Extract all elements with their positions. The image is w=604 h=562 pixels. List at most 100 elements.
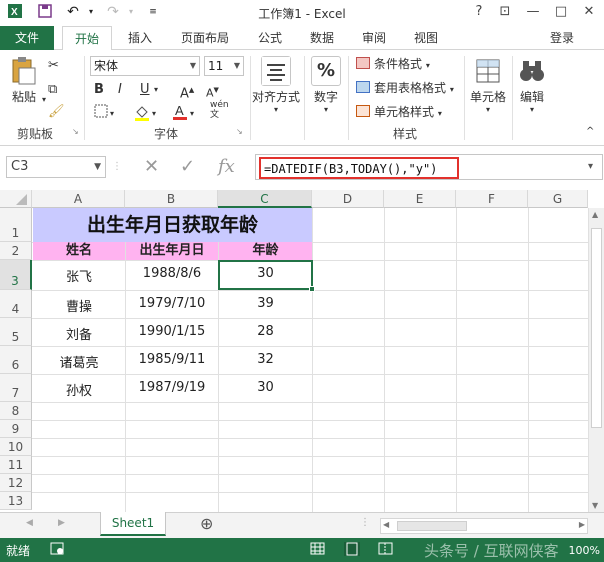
select-all-corner[interactable]: [0, 190, 32, 208]
formula-input[interactable]: =DATEDIF(B3,TODAY(),"y"): [255, 154, 603, 180]
borders-dropdown-icon[interactable]: ▾: [110, 104, 114, 124]
row-header[interactable]: 11: [0, 456, 32, 474]
cell-styles-button[interactable]: 单元格样式 ▾: [356, 102, 442, 122]
fill-handle[interactable]: [309, 286, 315, 292]
row-header[interactable]: 7: [0, 374, 32, 402]
column-header-b[interactable]: B: [125, 190, 218, 208]
tab-home[interactable]: 开始: [62, 26, 112, 51]
paste-dropdown-icon[interactable]: ▾: [42, 90, 46, 110]
cell-birthdate[interactable]: 1990/1/15: [126, 324, 218, 339]
insert-function-icon[interactable]: fx: [218, 156, 235, 178]
bold-button[interactable]: B: [94, 80, 104, 100]
tab-split-grip-icon[interactable]: ⋮: [360, 517, 370, 528]
tab-review[interactable]: 审阅: [352, 26, 396, 50]
fill-color-dropdown-icon[interactable]: ▾: [152, 104, 156, 124]
cell-age[interactable]: 32: [219, 352, 312, 367]
font-name-combo[interactable]: 宋体 ▼: [90, 56, 200, 76]
collapse-ribbon-icon[interactable]: ^: [586, 122, 594, 142]
cell-name[interactable]: 诸葛亮: [33, 352, 125, 371]
fill-color-icon[interactable]: [134, 104, 150, 124]
alignment-button[interactable]: 对齐方式 ▾: [252, 56, 300, 114]
scroll-down-icon[interactable]: ▼: [592, 501, 598, 510]
shrink-font-button[interactable]: A▼: [206, 80, 219, 100]
paste-button[interactable]: 粘贴: [6, 56, 42, 105]
scroll-up-icon[interactable]: ▲: [592, 210, 598, 219]
add-sheet-icon[interactable]: ⊕: [200, 514, 213, 533]
header-cell-age[interactable]: 年龄: [219, 242, 312, 260]
font-size-combo[interactable]: 11 ▼: [204, 56, 244, 76]
cell-name[interactable]: 孙权: [33, 380, 125, 399]
enter-icon[interactable]: ✓: [180, 156, 195, 178]
cancel-icon[interactable]: ✕: [144, 156, 159, 178]
header-cell-birthdate[interactable]: 出生年月日: [126, 242, 218, 260]
row-header[interactable]: 1: [0, 208, 32, 242]
page-layout-view-icon[interactable]: [344, 542, 360, 556]
cell-birthdate[interactable]: 1985/9/11: [126, 352, 218, 367]
zoom-level[interactable]: 100%: [569, 544, 600, 557]
login-link[interactable]: 登录: [550, 29, 574, 46]
row-header[interactable]: 4: [0, 290, 32, 318]
row-header[interactable]: 2: [0, 242, 32, 260]
column-header-a[interactable]: A: [32, 190, 125, 208]
copy-icon[interactable]: ⧉: [48, 80, 57, 100]
row-header[interactable]: 8: [0, 402, 32, 420]
cell-age[interactable]: 39: [219, 296, 312, 311]
help-button[interactable]: ?: [470, 3, 488, 21]
expand-formula-bar-icon[interactable]: ▾: [588, 156, 593, 178]
sheet-title-cell[interactable]: 出生年月日获取年龄: [33, 208, 312, 242]
cells-button[interactable]: 单元格 ▾: [466, 56, 510, 114]
format-painter-icon[interactable]: 🖌: [48, 102, 65, 122]
cell-name[interactable]: 刘备: [33, 324, 125, 343]
cell-birthdate[interactable]: 1988/8/6: [126, 266, 218, 281]
format-as-table-button[interactable]: 套用表格格式 ▾: [356, 78, 454, 98]
clipboard-launcher-icon[interactable]: ↘: [72, 122, 79, 142]
page-break-view-icon[interactable]: [378, 542, 394, 556]
column-header-g[interactable]: G: [528, 190, 588, 208]
scroll-right-icon[interactable]: ▶: [579, 520, 585, 529]
horizontal-scroll-thumb[interactable]: [397, 521, 467, 531]
underline-dropdown-icon[interactable]: ▾: [154, 80, 158, 100]
cell-age[interactable]: 28: [219, 324, 312, 339]
cell-age[interactable]: 30: [219, 380, 312, 395]
editing-button[interactable]: 编辑 ▾: [514, 56, 550, 114]
number-format-button[interactable]: % 数字 ▾: [308, 56, 344, 114]
name-box[interactable]: C3 ▼: [6, 156, 106, 178]
column-header-d[interactable]: D: [312, 190, 384, 208]
underline-button[interactable]: U: [140, 80, 150, 100]
column-header-f[interactable]: F: [456, 190, 528, 208]
row-header[interactable]: 13: [0, 492, 32, 510]
worksheet-grid[interactable]: A B C D E F G 1 2 3 4 5 6 7 8 9 10 11 12…: [0, 190, 604, 512]
tab-page-layout[interactable]: 页面布局: [170, 26, 240, 50]
tab-data[interactable]: 数据: [300, 26, 344, 50]
row-header[interactable]: 9: [0, 420, 32, 438]
cell-name[interactable]: 曹操: [33, 296, 125, 315]
tab-file[interactable]: 文件: [0, 26, 54, 50]
row-header[interactable]: 10: [0, 438, 32, 456]
horizontal-scrollbar[interactable]: ◀ ▶: [380, 518, 588, 534]
cut-icon[interactable]: ✂: [48, 56, 59, 76]
row-header[interactable]: 5: [0, 318, 32, 346]
next-sheet-icon[interactable]: ▶: [58, 518, 65, 528]
maximize-button[interactable]: □: [552, 3, 570, 21]
normal-view-icon[interactable]: [310, 542, 326, 556]
font-color-dropdown-icon[interactable]: ▾: [190, 104, 194, 124]
scroll-left-icon[interactable]: ◀: [383, 520, 389, 529]
ribbon-display-options-button[interactable]: ⊡: [496, 3, 514, 21]
sheet-tab-sheet1[interactable]: Sheet1: [100, 512, 166, 536]
row-header[interactable]: 6: [0, 346, 32, 374]
vertical-scrollbar[interactable]: ▲ ▼: [588, 208, 604, 512]
prev-sheet-icon[interactable]: ◀: [26, 518, 33, 528]
conditional-formatting-button[interactable]: 条件格式 ▾: [356, 54, 430, 74]
minimize-button[interactable]: —: [524, 3, 542, 21]
header-cell-name[interactable]: 姓名: [33, 242, 125, 260]
font-color-icon[interactable]: A: [172, 102, 188, 122]
column-header-c[interactable]: C: [218, 190, 312, 208]
tab-view[interactable]: 视图: [404, 26, 448, 50]
macro-record-icon[interactable]: [50, 542, 66, 556]
vertical-scroll-thumb[interactable]: [591, 228, 602, 428]
active-cell-selection[interactable]: [218, 260, 315, 292]
font-launcher-icon[interactable]: ↘: [236, 122, 243, 142]
borders-icon[interactable]: [94, 104, 108, 124]
grow-font-button[interactable]: A▲: [180, 80, 194, 101]
tab-formulas[interactable]: 公式: [248, 26, 292, 50]
